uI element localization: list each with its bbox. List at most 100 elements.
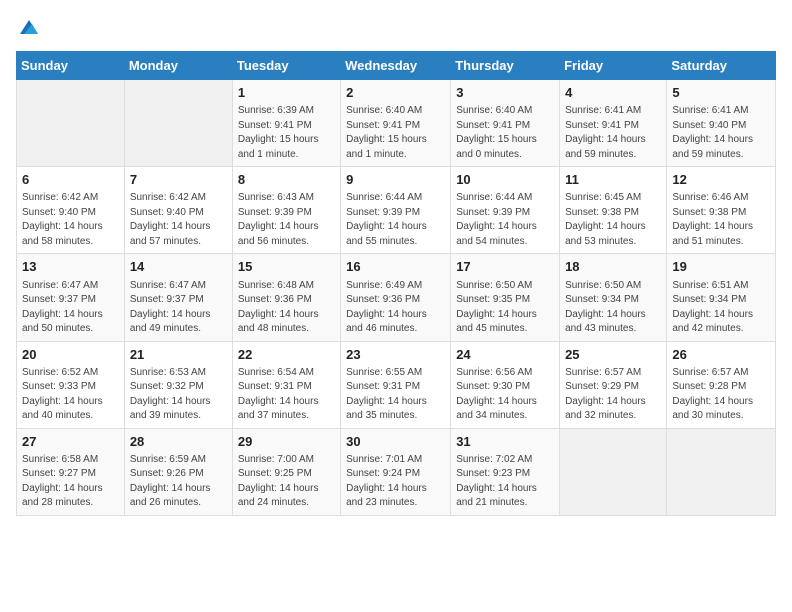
day-cell: 12Sunrise: 6:46 AMSunset: 9:38 PMDayligh… (667, 167, 776, 254)
day-info: Sunrise: 6:58 AM (22, 453, 119, 468)
week-row-1: 1Sunrise: 6:39 AMSunset: 9:41 PMDaylight… (17, 80, 776, 167)
day-number: 4 (565, 84, 661, 102)
weekday-header-sunday: Sunday (17, 52, 125, 80)
weekday-header-row: SundayMondayTuesdayWednesdayThursdayFrid… (17, 52, 776, 80)
weekday-header-thursday: Thursday (451, 52, 560, 80)
day-number: 28 (130, 433, 227, 451)
day-number: 31 (456, 433, 554, 451)
day-info: Sunset: 9:31 PM (346, 380, 445, 395)
day-number: 15 (238, 258, 335, 276)
day-cell: 24Sunrise: 6:56 AMSunset: 9:30 PMDayligh… (451, 341, 560, 428)
day-info: Sunrise: 6:49 AM (346, 279, 445, 294)
day-info: Daylight: 14 hours and 46 minutes. (346, 308, 445, 337)
day-info: Sunrise: 6:48 AM (238, 279, 335, 294)
day-number: 8 (238, 171, 335, 189)
day-info: Sunrise: 7:00 AM (238, 453, 335, 468)
day-info: Daylight: 14 hours and 53 minutes. (565, 220, 661, 249)
day-info: Sunrise: 6:47 AM (130, 279, 227, 294)
day-number: 30 (346, 433, 445, 451)
day-info: Daylight: 14 hours and 32 minutes. (565, 395, 661, 424)
day-info: Daylight: 14 hours and 58 minutes. (22, 220, 119, 249)
day-info: Daylight: 15 hours and 0 minutes. (456, 133, 554, 162)
day-cell: 7 Sunrise: 6:42 AMSunset: 9:40 PMDaylight… (124, 167, 232, 254)
day-number: 7 (130, 171, 227, 189)
day-info: Daylight: 14 hours and 26 minutes. (130, 482, 227, 511)
logo-text (16, 16, 40, 43)
day-info: Daylight: 14 hours and 48 minutes. (238, 308, 335, 337)
day-info: Sunset: 9:39 PM (456, 206, 554, 221)
day-number: 21 (130, 346, 227, 364)
day-info: Sunrise: 6:57 AM (672, 366, 770, 381)
day-number: 16 (346, 258, 445, 276)
day-number: 29 (238, 433, 335, 451)
day-cell: 11Sunrise: 6:45 AMSunset: 9:38 PMDayligh… (560, 167, 667, 254)
day-cell: 16 Sunrise: 6:49 AMSunset: 9:36 PMDayligh… (341, 254, 451, 341)
day-number: 26 (672, 346, 770, 364)
day-info: Sunrise: 6:47 AM (22, 279, 119, 294)
day-info: Sunset: 9:23 PM (456, 467, 554, 482)
day-cell: 27Sunrise: 6:58 AMSunset: 9:27 PMDayligh… (17, 428, 125, 515)
day-info: Sunset: 9:40 PM (672, 119, 770, 134)
logo (16, 16, 40, 43)
day-cell: 15Sunrise: 6:48 AMSunset: 9:36 PMDayligh… (232, 254, 340, 341)
day-number: 10 (456, 171, 554, 189)
day-info: Sunrise: 6:40 AM (346, 104, 445, 119)
day-info: Sunset: 9:33 PM (22, 380, 119, 395)
weekday-header-tuesday: Tuesday (232, 52, 340, 80)
week-row-5: 27Sunrise: 6:58 AMSunset: 9:27 PMDayligh… (17, 428, 776, 515)
day-info: Daylight: 14 hours and 59 minutes. (565, 133, 661, 162)
day-cell: 10Sunrise: 6:44 AMSunset: 9:39 PMDayligh… (451, 167, 560, 254)
day-info: Sunset: 9:24 PM (346, 467, 445, 482)
day-info: Sunset: 9:38 PM (565, 206, 661, 221)
day-info: Sunset: 9:41 PM (565, 119, 661, 134)
day-info: Daylight: 14 hours and 56 minutes. (238, 220, 335, 249)
day-info: Daylight: 14 hours and 59 minutes. (672, 133, 770, 162)
day-cell: 25Sunrise: 6:57 AMSunset: 9:29 PMDayligh… (560, 341, 667, 428)
day-info: Sunrise: 6:41 AM (672, 104, 770, 119)
day-info: Sunset: 9:40 PM (130, 206, 227, 221)
day-info: Daylight: 14 hours and 30 minutes. (672, 395, 770, 424)
day-info: Sunset: 9:41 PM (456, 119, 554, 134)
day-info: Sunrise: 6:55 AM (346, 366, 445, 381)
day-info: Daylight: 14 hours and 34 minutes. (456, 395, 554, 424)
day-cell: 29Sunrise: 7:00 AMSunset: 9:25 PMDayligh… (232, 428, 340, 515)
day-info: Sunset: 9:37 PM (130, 293, 227, 308)
day-cell: 18Sunrise: 6:50 AMSunset: 9:34 PMDayligh… (560, 254, 667, 341)
day-info: Sunset: 9:36 PM (346, 293, 445, 308)
day-info: Daylight: 14 hours and 43 minutes. (565, 308, 661, 337)
day-info: Sunrise: 6:42 AM (130, 191, 227, 206)
day-info: Daylight: 14 hours and 37 minutes. (238, 395, 335, 424)
day-info: Sunrise: 6:40 AM (456, 104, 554, 119)
day-number: 9 (346, 171, 445, 189)
header (16, 16, 776, 43)
day-info: Daylight: 14 hours and 50 minutes. (22, 308, 119, 337)
day-info: Sunset: 9:30 PM (456, 380, 554, 395)
day-cell: 1Sunrise: 6:39 AMSunset: 9:41 PMDaylight… (232, 80, 340, 167)
day-number: 3 (456, 84, 554, 102)
day-info: Sunrise: 6:59 AM (130, 453, 227, 468)
day-cell: 9Sunrise: 6:44 AMSunset: 9:39 PMDaylight… (341, 167, 451, 254)
day-number: 18 (565, 258, 661, 276)
day-info: Daylight: 14 hours and 57 minutes. (130, 220, 227, 249)
day-number: 22 (238, 346, 335, 364)
weekday-header-monday: Monday (124, 52, 232, 80)
day-info: Daylight: 14 hours and 55 minutes. (346, 220, 445, 249)
day-info: Daylight: 14 hours and 45 minutes. (456, 308, 554, 337)
day-info: Daylight: 15 hours and 1 minute. (346, 133, 445, 162)
day-info: Sunrise: 6:39 AM (238, 104, 335, 119)
day-info: Daylight: 14 hours and 35 minutes. (346, 395, 445, 424)
day-cell: 2Sunrise: 6:40 AMSunset: 9:41 PMDaylight… (341, 80, 451, 167)
day-info: Sunset: 9:34 PM (565, 293, 661, 308)
day-cell: 31Sunrise: 7:02 AMSunset: 9:23 PMDayligh… (451, 428, 560, 515)
day-number: 19 (672, 258, 770, 276)
weekday-header-saturday: Saturday (667, 52, 776, 80)
day-info: Sunrise: 6:45 AM (565, 191, 661, 206)
day-info: Sunrise: 7:01 AM (346, 453, 445, 468)
day-info: Daylight: 14 hours and 39 minutes. (130, 395, 227, 424)
day-number: 24 (456, 346, 554, 364)
day-info: Daylight: 14 hours and 49 minutes. (130, 308, 227, 337)
day-cell: 8Sunrise: 6:43 AMSunset: 9:39 PMDaylight… (232, 167, 340, 254)
calendar-table: SundayMondayTuesdayWednesdayThursdayFrid… (16, 51, 776, 516)
day-info: Sunrise: 6:50 AM (456, 279, 554, 294)
day-info: Sunrise: 6:51 AM (672, 279, 770, 294)
